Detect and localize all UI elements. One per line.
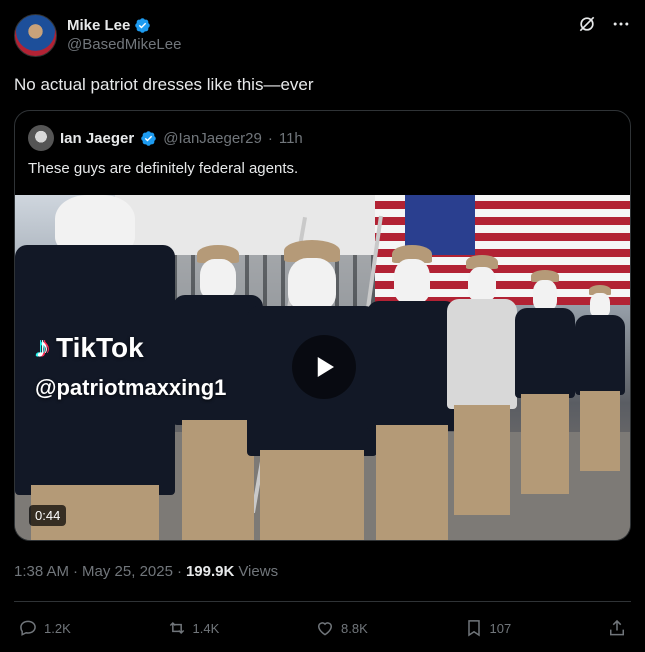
- bookmark-icon: [467, 620, 480, 637]
- quoted-author-avatar: [28, 125, 54, 151]
- author-handle[interactable]: @BasedMikeLee: [67, 36, 181, 53]
- quoted-timestamp: 11h: [278, 129, 303, 147]
- play-button[interactable]: [292, 335, 356, 399]
- share-icon: [609, 619, 624, 636]
- like-button[interactable]: 8.8K: [315, 618, 368, 638]
- repost-icon: [169, 621, 184, 635]
- meta-separator: ·: [73, 563, 79, 580]
- header-actions: [577, 14, 631, 34]
- author-names: Mike Lee @BasedMikeLee: [67, 17, 181, 53]
- like-count: 8.8K: [341, 620, 368, 636]
- more-icon[interactable]: [611, 14, 631, 34]
- quoted-post[interactable]: Ian Jaeger @IanJaeger29 · 11h These guys…: [14, 110, 631, 541]
- play-icon: [317, 357, 334, 377]
- quoted-verified-badge-icon: [141, 130, 156, 146]
- marcher-figure: [367, 245, 457, 540]
- video-duration: 0:44: [29, 505, 67, 526]
- bookmark-count: 107: [489, 620, 512, 636]
- meta-separator: ·: [176, 563, 182, 580]
- views-label: Views: [238, 563, 279, 580]
- repost-count: 1.4K: [192, 620, 220, 636]
- heart-icon: [317, 622, 333, 636]
- video-player[interactable]: ♪ TikTok @patriotmaxxing1 0:44: [15, 195, 630, 540]
- quoted-post-text: These guys are definitely federal agents…: [28, 160, 299, 177]
- quoted-author-handle: @IanJaeger29: [163, 129, 262, 147]
- quoted-separator: ·: [267, 129, 273, 147]
- views-count: 199.9K: [185, 563, 235, 580]
- reply-button[interactable]: 1.2K: [18, 618, 71, 638]
- marcher-figure: [515, 270, 575, 510]
- divider: [14, 601, 631, 602]
- reply-count: 1.2K: [44, 620, 71, 636]
- post-metadata: 1:38 AM · May 25, 2025 · 199.9K Views: [14, 563, 278, 580]
- post-header: Mike Lee @BasedMikeLee: [14, 12, 631, 58]
- tiktok-watermark: ♪ TikTok @patriotmaxxing1: [35, 331, 226, 401]
- bookmark-button[interactable]: 107: [464, 618, 512, 638]
- marcher-figure: [447, 255, 517, 540]
- reply-icon: [20, 620, 36, 636]
- author-name-row: Mike Lee: [67, 17, 181, 34]
- action-bar: 1.2K 1.4K 8.8K 107: [18, 614, 627, 642]
- marcher-figure: [575, 285, 625, 485]
- quoted-post-header: Ian Jaeger @IanJaeger29 · 11h: [28, 125, 303, 151]
- verified-badge-icon: [135, 18, 151, 33]
- post-time[interactable]: 1:38 AM: [14, 563, 69, 580]
- quoted-author-name: Ian Jaeger: [60, 129, 135, 147]
- tiktok-note-icon: ♪: [35, 331, 50, 364]
- grok-icon[interactable]: [577, 14, 597, 34]
- tiktok-logo: ♪ TikTok: [35, 331, 226, 365]
- tiktok-username: @patriotmaxxing1: [35, 375, 227, 400]
- post-date[interactable]: May 25, 2025: [82, 563, 173, 580]
- author-avatar[interactable]: [14, 13, 57, 57]
- share-button[interactable]: [607, 618, 627, 638]
- author-display-name[interactable]: Mike Lee: [67, 17, 130, 34]
- tiktok-brand: TikTok: [56, 332, 144, 363]
- repost-button[interactable]: 1.4K: [167, 618, 220, 638]
- post-text: No actual patriot dresses like this—ever: [14, 75, 314, 94]
